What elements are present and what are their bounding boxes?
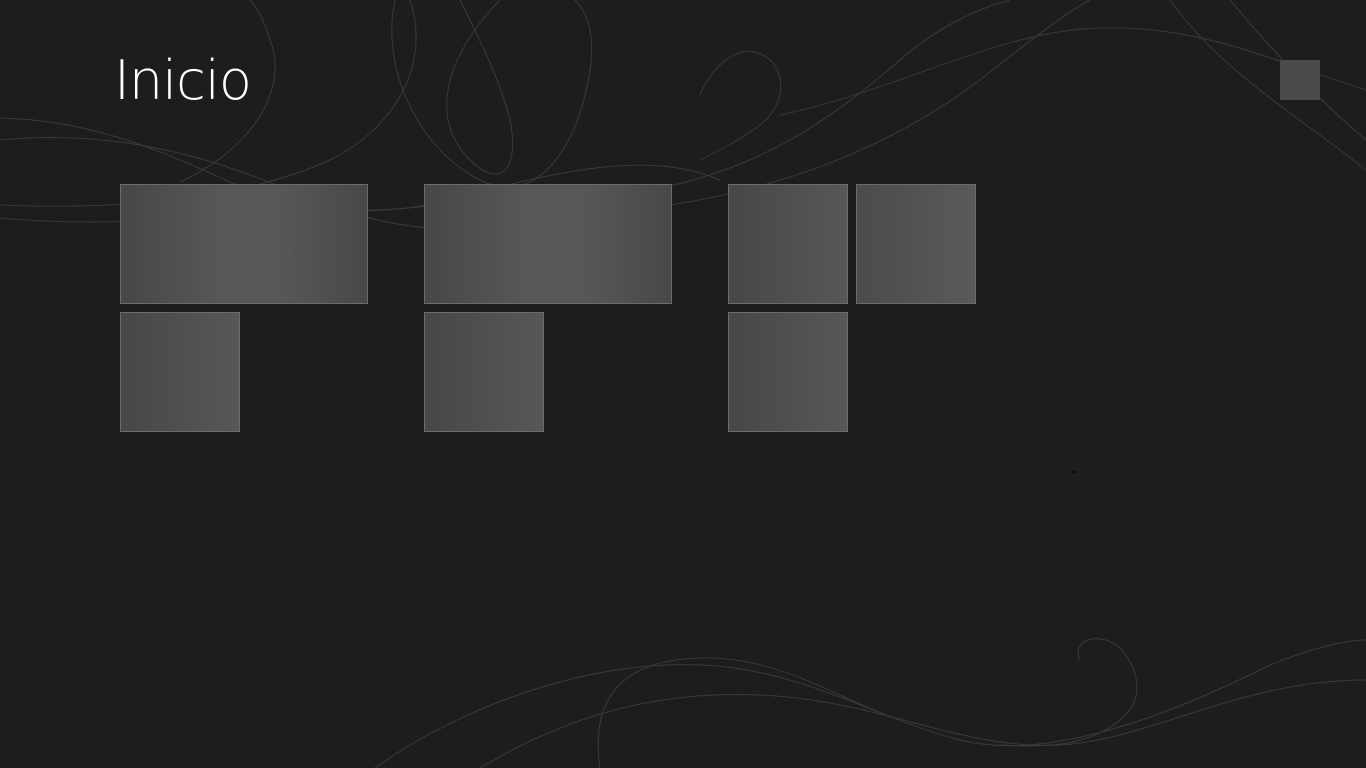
tile-group3-square-3[interactable] <box>728 312 848 432</box>
tile-group3-square-2[interactable] <box>856 184 976 304</box>
tile-group1-wide[interactable] <box>120 184 368 304</box>
start-screen-title: Inicio <box>114 49 252 112</box>
user-avatar-icon[interactable] <box>1280 60 1320 100</box>
mouse-cursor <box>1073 471 1075 473</box>
tile-group2-wide[interactable] <box>424 184 672 304</box>
tile-group3-square-1[interactable] <box>728 184 848 304</box>
tile-group2-square[interactable] <box>424 312 544 432</box>
tile-group1-square[interactable] <box>120 312 240 432</box>
